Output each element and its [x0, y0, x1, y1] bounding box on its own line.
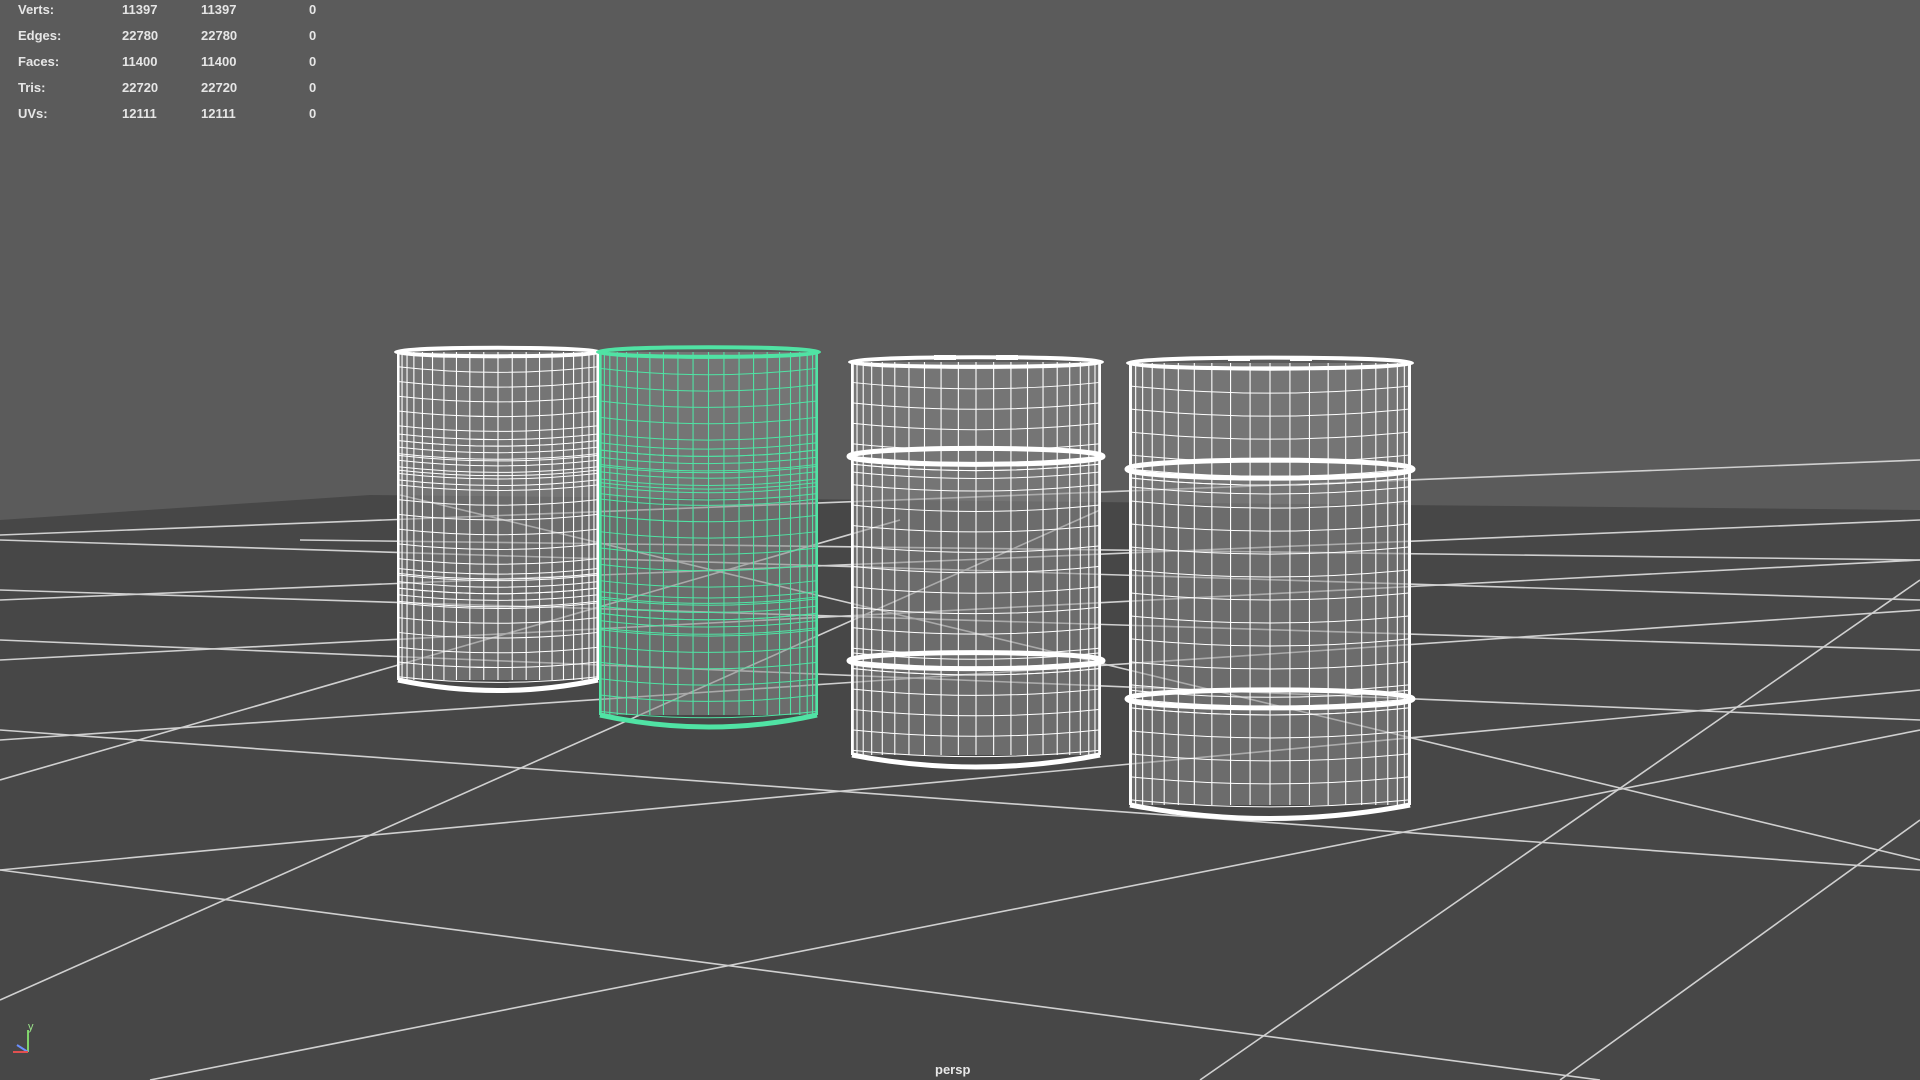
hud-value: 11397: [122, 2, 158, 17]
axis-y-label: y: [28, 1021, 34, 1033]
perspective-viewport[interactable]: y: [0, 0, 1920, 1080]
hud-label: UVs:: [18, 106, 48, 121]
barrel-1[interactable]: [394, 345, 602, 693]
hud-value: 22780: [122, 28, 159, 43]
hud-value: 11400: [201, 54, 237, 69]
hud-value: 0: [309, 2, 317, 17]
hud-label: Faces:: [18, 54, 60, 69]
hud-value: 0: [309, 28, 317, 43]
hud-label: Tris:: [18, 80, 46, 95]
hud-value: 12111: [122, 106, 157, 121]
camera-name-label: persp: [935, 1062, 971, 1077]
barrel-4[interactable]: [1124, 355, 1416, 821]
hud-label: Edges:: [18, 28, 62, 43]
hud-value: 12111: [201, 106, 236, 121]
hud-value: 22780: [201, 28, 238, 43]
hud-value: 0: [309, 106, 317, 121]
barrel-cap: [934, 355, 956, 360]
barrel-cap: [996, 355, 1018, 360]
hud-value: 0: [309, 80, 317, 95]
hud-value: 22720: [122, 80, 159, 95]
hud-value: 22720: [201, 80, 238, 95]
barrel-cap: [1290, 356, 1312, 361]
barrel-cap: [1228, 356, 1250, 361]
hud-value: 11400: [122, 54, 158, 69]
barrel-2-selected[interactable]: [596, 345, 821, 730]
barrel-3[interactable]: [846, 355, 1106, 770]
hud-value: 0: [309, 54, 317, 69]
hud-label: Verts:: [18, 2, 55, 17]
hud-value: 11397: [201, 2, 237, 17]
